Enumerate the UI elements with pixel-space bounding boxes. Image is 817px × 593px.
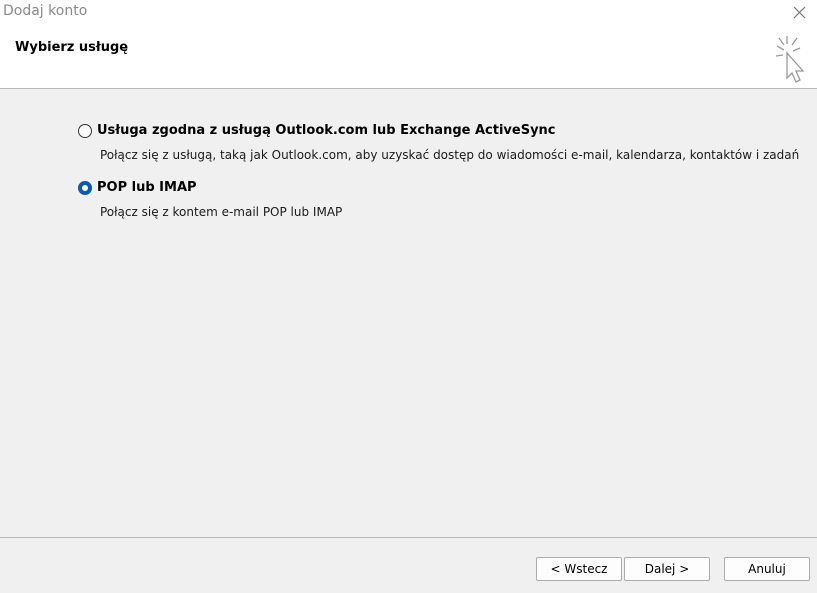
radio-pop-imap[interactable] <box>78 181 92 195</box>
page-title: Wybierz usługę <box>15 40 129 55</box>
option-description-pop-imap: Połącz się z kontem e-mail POP lub IMAP <box>100 205 343 219</box>
footer-divider <box>0 537 817 538</box>
option-label-pop-imap[interactable]: POP lub IMAP <box>97 180 197 195</box>
radio-exchange[interactable] <box>78 124 92 138</box>
cancel-button[interactable]: Anuluj <box>724 557 810 581</box>
close-icon <box>793 6 806 19</box>
option-label-exchange[interactable]: Usługa zgodna z usługą Outlook.com lub E… <box>97 123 556 138</box>
back-button[interactable]: < Wstecz <box>536 557 622 581</box>
close-button[interactable] <box>787 2 811 24</box>
option-description-exchange: Połącz się z usługą, taką jak Outlook.co… <box>100 148 800 162</box>
window-title: Dodaj konto <box>3 3 88 19</box>
next-button[interactable]: Dalej > <box>624 557 710 581</box>
cursor-sparkle-icon <box>773 34 809 86</box>
add-account-dialog: Dodaj konto Wybierz usługę Usługa zgodna… <box>0 0 817 593</box>
wizard-header: Wybierz usługę <box>0 28 817 89</box>
title-bar: Dodaj konto <box>0 0 817 28</box>
